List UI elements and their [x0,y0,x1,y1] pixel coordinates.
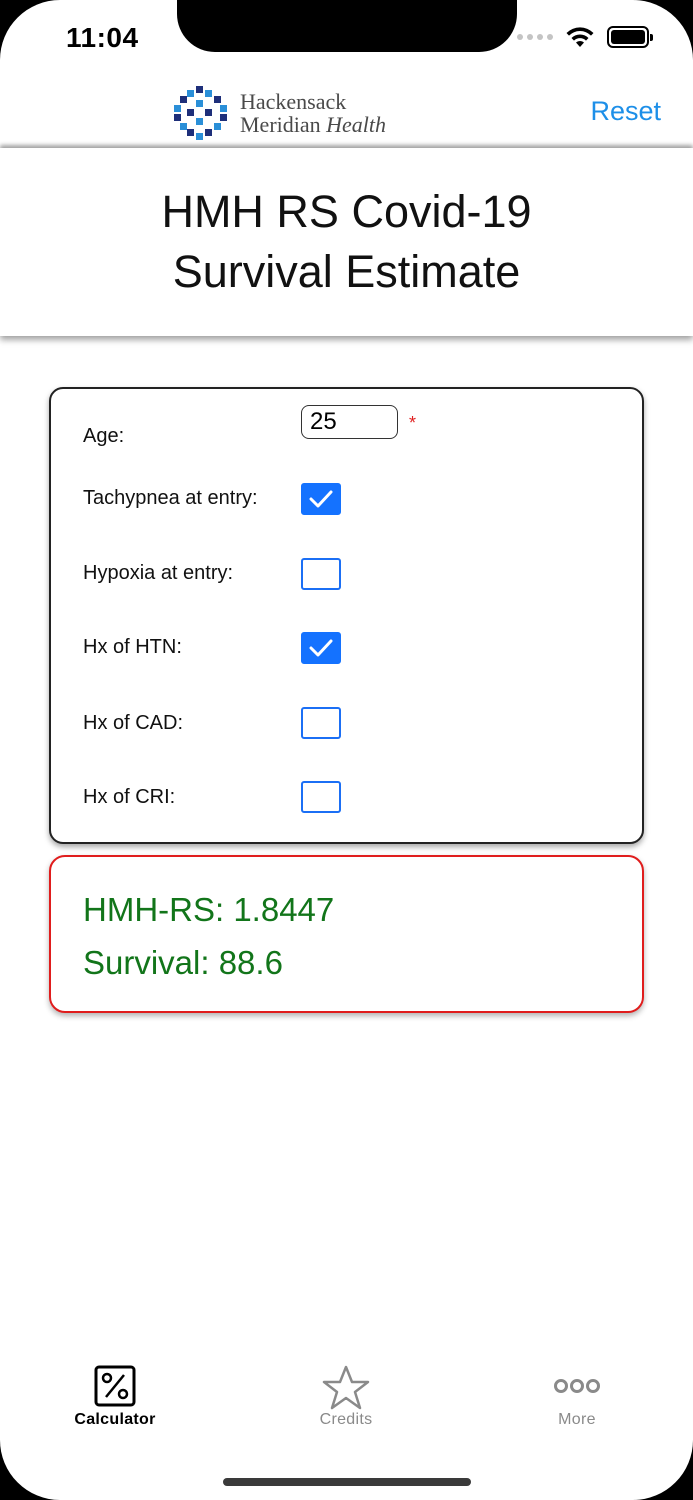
status-icons [517,26,653,48]
battery-icon [607,26,653,48]
hx-cad-label: Hx of CAD: [83,712,184,734]
hx-cri-checkbox[interactable] [301,781,341,813]
hx-cri-label: Hx of CRI: [83,786,176,808]
checkmark-icon [309,490,333,508]
tachypnea-label: Tachypnea at entry: [83,487,258,509]
age-input[interactable]: 25 [301,405,398,439]
required-asterisk: * [409,413,417,433]
tab-credits-label: Credits [319,1411,373,1428]
hx-htn-checkbox[interactable] [301,632,341,664]
page-title-line2: Survival Estimate [172,246,521,297]
survival-value: Survival: 88.6 [83,944,283,981]
nav-bar: Hackensack Meridian Health Reset [0,80,693,146]
hx-htn-label: Hx of HTN: [83,636,182,658]
signal-icon [517,34,553,40]
tachypnea-checkbox[interactable] [301,483,341,515]
status-time: 11:04 [66,22,139,53]
logo-word-health: Health [326,112,387,137]
hmh-logo: Hackensack Meridian Health [172,84,386,142]
tab-bar: Calculator Credits More [0,1365,693,1455]
tab-calculator-label: Calculator [74,1411,156,1428]
percent-icon [94,1365,136,1407]
input-form-card: Age: 25 * Tachypnea at entry: Hypoxia at… [49,387,644,844]
wifi-icon [566,27,594,47]
checkmark-icon [309,639,333,657]
page-title-line1: HMH RS Covid-19 [161,185,532,237]
tab-calculator[interactable]: Calculator [35,1365,195,1429]
logo-word-meridian: Meridian [240,112,321,137]
star-icon [322,1365,370,1410]
hmh-logo-mark-icon [174,86,227,140]
logo-line1: Hackensack [240,88,347,114]
tab-more-label: More [558,1411,596,1428]
title-card: HMH RS Covid-19 Survival Estimate [0,148,693,336]
hypoxia-label: Hypoxia at entry: [83,562,234,584]
age-label: Age: [83,425,125,447]
logo-line2: Meridian Health [240,113,386,136]
logo-text: Hackensack Meridian Health [240,90,386,136]
notch [177,0,517,52]
hmh-rs-score: HMH-RS: 1.8447 [83,891,335,928]
phone-screen: 11:04 Hackensack Meridian Health Reset H… [0,0,693,1500]
result-card: HMH-RS: 1.8447 Survival: 88.6 [49,855,644,1013]
reset-button[interactable]: Reset [590,96,661,127]
home-indicator[interactable] [223,1478,471,1486]
tab-more[interactable]: More [497,1365,657,1429]
more-dots-icon [554,1379,600,1393]
hx-cad-checkbox[interactable] [301,707,341,739]
tab-credits[interactable]: Credits [266,1365,426,1429]
hypoxia-checkbox[interactable] [301,558,341,590]
